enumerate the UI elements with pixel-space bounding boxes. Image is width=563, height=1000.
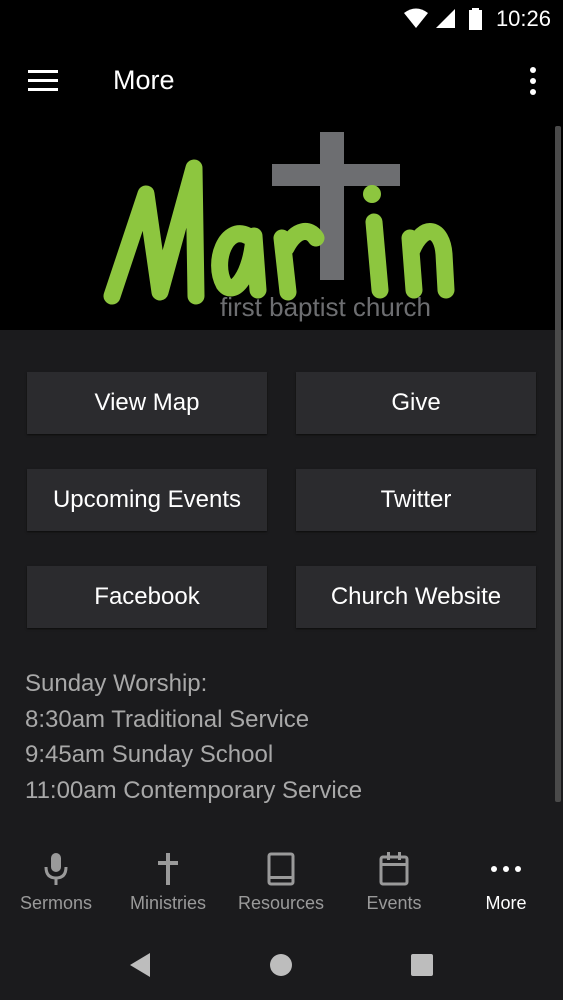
- nav-sermons[interactable]: Sermons: [0, 829, 112, 930]
- system-navigation-bar: [0, 930, 563, 1000]
- worship-line: 8:30am Traditional Service: [25, 705, 310, 733]
- church-logo: first baptist church: [103, 132, 455, 322]
- wifi-icon: [404, 8, 428, 28]
- recents-button[interactable]: [407, 950, 437, 980]
- nav-label: Sermons: [19, 893, 93, 913]
- nav-resources[interactable]: Resources: [225, 829, 337, 930]
- back-button[interactable]: [125, 950, 155, 980]
- screen: 10:26 More first baptist church View Map…: [0, 0, 563, 1000]
- nav-label: More: [485, 893, 527, 913]
- worship-heading: Sunday Worship:: [25, 670, 208, 697]
- worship-schedule: Sunday Worship: 8:30am Traditional Servi…: [25, 666, 362, 808]
- upcoming-events-button[interactable]: Upcoming Events: [27, 469, 267, 531]
- scrollbar[interactable]: [555, 126, 561, 802]
- facebook-button[interactable]: Facebook: [27, 566, 267, 628]
- home-button[interactable]: [266, 950, 296, 980]
- more-horiz-icon: [491, 866, 521, 872]
- status-time: 10:26: [495, 6, 551, 31]
- calendar-icon: [379, 852, 409, 886]
- church-website-button[interactable]: Church Website: [296, 566, 536, 628]
- nav-events[interactable]: Events: [338, 829, 450, 930]
- app-bar: More: [0, 40, 563, 124]
- logo-subtitle: first baptist church: [220, 292, 431, 322]
- overflow-menu-button[interactable]: [521, 62, 545, 102]
- twitter-button[interactable]: Twitter: [296, 469, 536, 531]
- book-icon: [267, 852, 295, 886]
- cross-icon: [158, 853, 178, 885]
- hamburger-menu-icon: [28, 70, 58, 91]
- view-map-button[interactable]: View Map: [27, 372, 267, 434]
- microphone-icon: [44, 853, 68, 885]
- worship-line: 9:45am Sunday School: [25, 741, 274, 768]
- page-title: More: [113, 65, 175, 95]
- menu-button[interactable]: [20, 62, 68, 102]
- battery-icon: [469, 8, 482, 30]
- nav-label: Resources: [237, 893, 325, 913]
- bottom-navigation: Sermons Ministries Resources Events More: [0, 829, 563, 930]
- church-banner: first baptist church: [0, 124, 563, 330]
- nav-more[interactable]: More: [450, 829, 562, 930]
- nav-label: Ministries: [129, 893, 206, 913]
- nav-ministries[interactable]: Ministries: [112, 829, 224, 930]
- give-button[interactable]: Give: [296, 372, 536, 434]
- cell-signal-icon: [436, 9, 455, 28]
- worship-line: 11:00am Contemporary Service: [25, 776, 363, 804]
- status-icons: [404, 8, 482, 30]
- status-bar: 10:26: [0, 0, 563, 40]
- home-icon: [270, 954, 292, 976]
- more-vert-icon: [530, 67, 536, 95]
- recents-icon: [411, 954, 433, 976]
- content-area[interactable]: first baptist church View Map Give Upcom…: [0, 124, 563, 829]
- back-icon: [130, 953, 150, 977]
- nav-label: Events: [366, 893, 422, 913]
